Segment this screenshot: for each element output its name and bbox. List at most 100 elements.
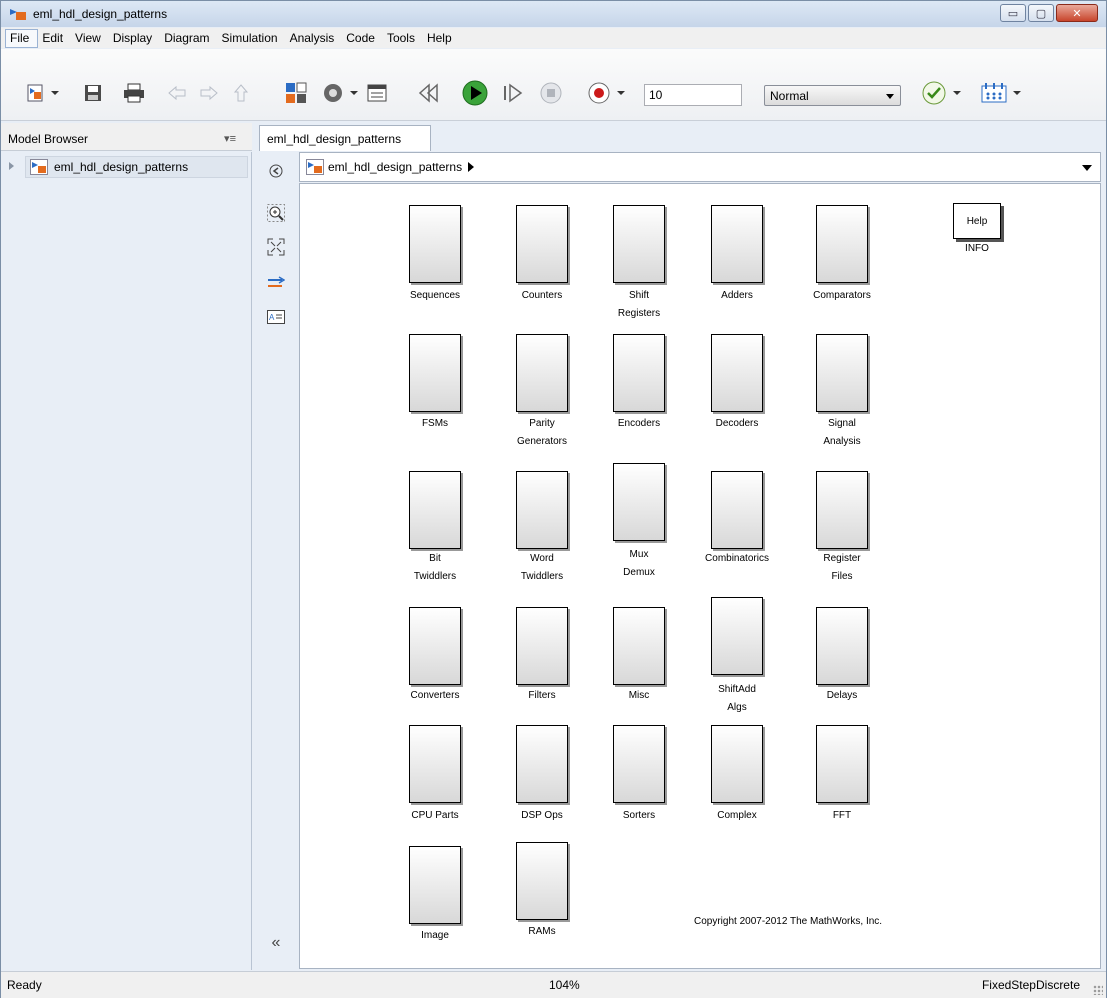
chevron-down-icon[interactable]: [1082, 165, 1092, 171]
subsystem-block[interactable]: [711, 205, 763, 283]
subsystem-block[interactable]: [613, 725, 665, 803]
menu-tools[interactable]: Tools: [383, 30, 423, 47]
subsystem-block[interactable]: [816, 471, 868, 549]
menu-edit[interactable]: Edit: [38, 30, 71, 47]
subsystem-block-label: Delays: [826, 690, 858, 701]
help-block-label: INFO: [965, 243, 989, 254]
model-browser-panel: [1, 152, 252, 970]
tree-item-model[interactable]: eml_hdl_design_patterns: [25, 156, 248, 178]
simulink-model-icon: [30, 159, 48, 175]
subsystem-block-label: Combinatorics: [705, 553, 769, 564]
menu-diagram[interactable]: Diagram: [160, 30, 217, 47]
help-block-text: Help: [966, 215, 988, 227]
minimize-button[interactable]: ▭: [1000, 4, 1026, 22]
forward-icon: [200, 85, 218, 101]
subsystem-block[interactable]: [516, 205, 568, 283]
model-config-button[interactable]: [321, 80, 361, 106]
subsystem-block[interactable]: [613, 607, 665, 685]
menu-file[interactable]: File: [5, 28, 39, 48]
tab-model[interactable]: eml_hdl_design_patterns: [259, 125, 431, 151]
sample-time-button[interactable]: [265, 272, 287, 294]
subsystem-block-label: Misc: [628, 690, 650, 701]
subsystem-block[interactable]: [711, 597, 763, 675]
chevron-right-icon[interactable]: [468, 162, 475, 172]
toolbar: [1, 49, 1106, 121]
forward-button[interactable]: [197, 80, 221, 106]
close-icon: ✕: [1072, 7, 1082, 20]
subsystem-block[interactable]: [516, 725, 568, 803]
build-button[interactable]: [975, 80, 1027, 106]
simulink-window: eml_hdl_design_patterns ▭ ▢ ✕ File Edit …: [0, 0, 1107, 998]
subsystem-block[interactable]: [816, 725, 868, 803]
subsystem-block-label: Word Twiddlers: [520, 553, 564, 582]
subsystem-block-label: Adders: [721, 290, 753, 301]
subsystem-block[interactable]: [711, 471, 763, 549]
zoom-button[interactable]: [265, 202, 287, 224]
print-button[interactable]: [121, 80, 147, 106]
run-button[interactable]: [459, 80, 491, 106]
subsystem-block[interactable]: [409, 471, 461, 549]
annotation-button[interactable]: A: [265, 306, 287, 328]
collapse-button[interactable]: «: [265, 932, 287, 954]
breadcrumb-model[interactable]: eml_hdl_design_patterns: [328, 160, 462, 174]
menu-simulation[interactable]: Simulation: [218, 30, 286, 47]
menu-code[interactable]: Code: [342, 30, 383, 47]
subsystem-block-label: Counters: [521, 290, 563, 301]
stop-button[interactable]: [537, 80, 565, 106]
record-button[interactable]: [585, 80, 633, 106]
simulation-mode-select[interactable]: Normal: [764, 85, 901, 106]
back-button[interactable]: [165, 80, 189, 106]
menu-display[interactable]: Display: [109, 30, 160, 47]
up-button[interactable]: [229, 80, 253, 106]
panel-menu-icon[interactable]: ▾≡: [224, 132, 236, 145]
library-browser-button[interactable]: [283, 80, 309, 106]
menu-view[interactable]: View: [71, 30, 109, 47]
model-explorer-button[interactable]: [364, 80, 390, 106]
tree-expand-icon[interactable]: [9, 162, 14, 170]
maximize-icon: ▢: [1035, 7, 1047, 20]
resize-grip-icon[interactable]: [1093, 985, 1103, 995]
menu-help[interactable]: Help: [423, 30, 460, 47]
model-config-icon: [324, 84, 358, 102]
subsystem-block[interactable]: [516, 607, 568, 685]
close-button[interactable]: ✕: [1056, 4, 1098, 22]
fit-to-view-button[interactable]: [265, 236, 287, 258]
subsystem-block[interactable]: [516, 842, 568, 920]
model-browser-title: Model Browser: [8, 132, 89, 146]
new-model-button[interactable]: [23, 80, 63, 106]
subsystem-block-label: DSP Ops: [521, 810, 563, 821]
subsystem-block[interactable]: [711, 334, 763, 412]
subsystem-block[interactable]: [516, 334, 568, 412]
subsystem-block[interactable]: [613, 463, 665, 541]
save-button[interactable]: [81, 80, 105, 106]
help-block[interactable]: Help: [953, 203, 1001, 239]
subsystem-block-label: Bit Twiddlers: [413, 553, 457, 582]
step-back-button[interactable]: [415, 80, 443, 106]
subsystem-block[interactable]: [409, 607, 461, 685]
subsystem-block[interactable]: [816, 607, 868, 685]
menu-bar: File Edit View Display Diagram Simulatio…: [1, 28, 1106, 48]
subsystem-block-label: Register Files: [823, 553, 861, 582]
subsystem-block[interactable]: [711, 725, 763, 803]
subsystem-block[interactable]: [409, 205, 461, 283]
step-forward-button[interactable]: [499, 80, 527, 106]
subsystem-block[interactable]: [613, 334, 665, 412]
subsystem-block-label: CPU Parts: [411, 810, 459, 821]
copyright-annotation: Copyright 2007-2012 The MathWorks, Inc.: [694, 916, 883, 927]
simulink-model-icon: [306, 159, 324, 175]
subsystem-block[interactable]: [613, 205, 665, 283]
subsystem-block-label: Converters: [410, 690, 460, 701]
maximize-button[interactable]: ▢: [1028, 4, 1054, 22]
check-button[interactable]: [919, 80, 967, 106]
subsystem-block[interactable]: [816, 334, 868, 412]
subsystem-block-label: ShiftAdd Algs: [718, 684, 756, 713]
subsystem-block[interactable]: [409, 846, 461, 924]
menu-analysis[interactable]: Analysis: [286, 30, 343, 47]
subsystem-block[interactable]: [516, 471, 568, 549]
subsystem-block[interactable]: [816, 205, 868, 283]
subsystem-block[interactable]: [409, 725, 461, 803]
model-browser-header: Model Browser ▾≡: [1, 123, 252, 151]
hide-browser-button[interactable]: [265, 160, 287, 182]
stop-time-input[interactable]: 10: [644, 84, 742, 106]
subsystem-block[interactable]: [409, 334, 461, 412]
